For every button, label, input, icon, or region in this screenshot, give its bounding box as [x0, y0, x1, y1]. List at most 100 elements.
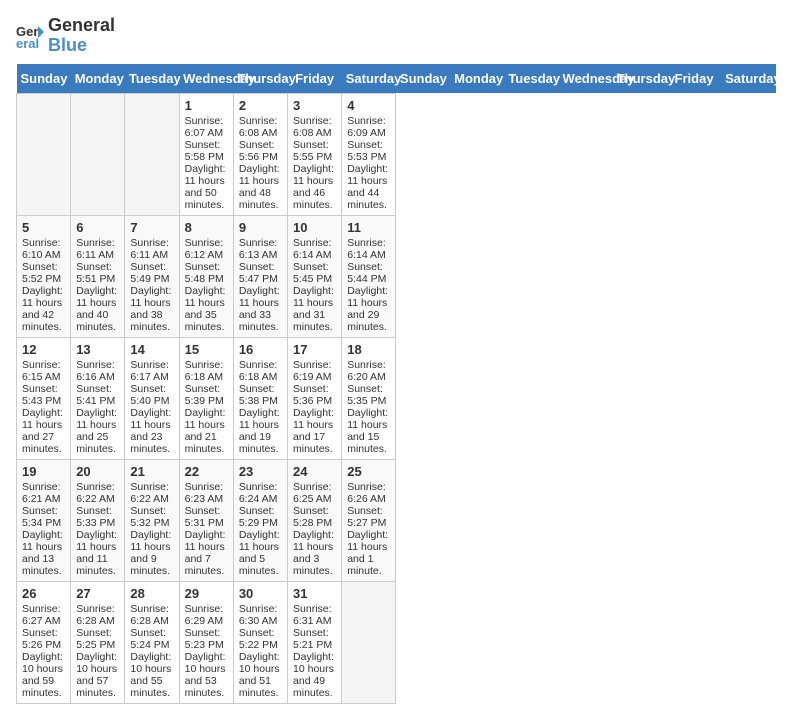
calendar-cell	[71, 93, 125, 215]
sunset-text: Sunset: 5:49 PM	[130, 261, 169, 285]
daylight-text: Daylight: 11 hours and 19 minutes.	[239, 407, 280, 455]
daylight-text: Daylight: 10 hours and 53 minutes.	[185, 651, 226, 699]
daylight-text: Daylight: 11 hours and 7 minutes.	[185, 529, 226, 577]
sunset-text: Sunset: 5:43 PM	[22, 383, 61, 407]
calendar-cell: 5Sunrise: 6:10 AMSunset: 5:52 PMDaylight…	[17, 215, 71, 337]
col-header-saturday: Saturday	[342, 64, 396, 94]
daylight-text: Daylight: 11 hours and 25 minutes.	[76, 407, 117, 455]
sunrise-text: Sunrise: 6:18 AM	[185, 359, 224, 383]
sunset-text: Sunset: 5:27 PM	[347, 505, 386, 529]
calendar-cell: 1Sunrise: 6:07 AMSunset: 5:58 PMDaylight…	[179, 93, 233, 215]
daylight-text: Daylight: 10 hours and 51 minutes.	[239, 651, 280, 699]
calendar-cell: 12Sunrise: 6:15 AMSunset: 5:43 PMDayligh…	[17, 337, 71, 459]
day-number: 1	[185, 98, 228, 113]
calendar-cell: 22Sunrise: 6:23 AMSunset: 5:31 PMDayligh…	[179, 459, 233, 581]
calendar-cell: 15Sunrise: 6:18 AMSunset: 5:39 PMDayligh…	[179, 337, 233, 459]
daylight-text: Daylight: 11 hours and 44 minutes.	[347, 163, 388, 211]
sunset-text: Sunset: 5:22 PM	[239, 627, 278, 651]
sunrise-text: Sunrise: 6:31 AM	[293, 603, 332, 627]
calendar-table: SundayMondayTuesdayWednesdayThursdayFrid…	[16, 64, 776, 704]
sunset-text: Sunset: 5:23 PM	[185, 627, 224, 651]
calendar-cell: 30Sunrise: 6:30 AMSunset: 5:22 PMDayligh…	[233, 581, 287, 703]
daylight-text: Daylight: 10 hours and 49 minutes.	[293, 651, 334, 699]
sunrise-text: Sunrise: 6:21 AM	[22, 481, 61, 505]
calendar-cell: 27Sunrise: 6:28 AMSunset: 5:25 PMDayligh…	[71, 581, 125, 703]
day-number: 9	[239, 220, 282, 235]
day-number: 24	[293, 464, 336, 479]
col-header-tuesday: Tuesday	[504, 64, 558, 94]
col-header-monday: Monday	[450, 64, 504, 94]
sunrise-text: Sunrise: 6:17 AM	[130, 359, 169, 383]
sunrise-text: Sunrise: 6:14 AM	[347, 237, 386, 261]
daylight-text: Daylight: 11 hours and 29 minutes.	[347, 285, 388, 333]
logo: Gen eral GeneralBlue	[16, 16, 115, 56]
sunrise-text: Sunrise: 6:12 AM	[185, 237, 224, 261]
logo-text: GeneralBlue	[48, 16, 115, 56]
col-header-wednesday: Wednesday	[559, 64, 613, 94]
day-number: 4	[347, 98, 390, 113]
day-number: 5	[22, 220, 65, 235]
daylight-text: Daylight: 11 hours and 46 minutes.	[293, 163, 334, 211]
calendar-cell	[17, 93, 71, 215]
sunset-text: Sunset: 5:29 PM	[239, 505, 278, 529]
day-number: 28	[130, 586, 173, 601]
sunrise-text: Sunrise: 6:26 AM	[347, 481, 386, 505]
sunset-text: Sunset: 5:56 PM	[239, 139, 278, 163]
sunset-text: Sunset: 5:51 PM	[76, 261, 115, 285]
day-number: 27	[76, 586, 119, 601]
day-number: 30	[239, 586, 282, 601]
sunset-text: Sunset: 5:34 PM	[22, 505, 61, 529]
col-header-sunday: Sunday	[17, 64, 71, 94]
daylight-text: Daylight: 11 hours and 50 minutes.	[185, 163, 226, 211]
sunset-text: Sunset: 5:39 PM	[185, 383, 224, 407]
sunset-text: Sunset: 5:47 PM	[239, 261, 278, 285]
sunrise-text: Sunrise: 6:22 AM	[76, 481, 115, 505]
sunset-text: Sunset: 5:26 PM	[22, 627, 61, 651]
daylight-text: Daylight: 11 hours and 33 minutes.	[239, 285, 280, 333]
daylight-text: Daylight: 11 hours and 15 minutes.	[347, 407, 388, 455]
sunrise-text: Sunrise: 6:18 AM	[239, 359, 278, 383]
sunrise-text: Sunrise: 6:13 AM	[239, 237, 278, 261]
day-number: 14	[130, 342, 173, 357]
day-number: 12	[22, 342, 65, 357]
day-number: 31	[293, 586, 336, 601]
calendar-week-row: 19 Sunrise: 6:21 AMSunset: 5:34 PM Dayligh…	[17, 459, 776, 581]
sunset-text: Sunset: 5:40 PM	[130, 383, 169, 407]
calendar-cell	[342, 581, 396, 703]
day-number: 20	[76, 464, 119, 479]
sunset-text: Sunset: 5:28 PM	[293, 505, 332, 529]
header-row: SundayMondayTuesdayWednesdayThursdayFrid…	[17, 64, 776, 94]
calendar-cell: 2Sunrise: 6:08 AMSunset: 5:56 PMDaylight…	[233, 93, 287, 215]
calendar-cell: 11Sunrise: 6:14 AMSunset: 5:44 PMDayligh…	[342, 215, 396, 337]
daylight-text: Daylight: 10 hours and 55 minutes.	[130, 651, 171, 699]
day-number: 13	[76, 342, 119, 357]
calendar-cell	[125, 93, 179, 215]
calendar-cell: 31Sunrise: 6:31 AMSunset: 5:21 PMDayligh…	[288, 581, 342, 703]
day-number: 19	[22, 464, 65, 479]
sunrise-text: Sunrise: 6:08 AM	[293, 115, 332, 139]
daylight-text: Daylight: 11 hours and 31 minutes.	[293, 285, 334, 333]
day-number: 18	[347, 342, 390, 357]
sunrise-text: Sunrise: 6:25 AM	[293, 481, 332, 505]
sunrise-text: Sunrise: 6:24 AM	[239, 481, 278, 505]
daylight-text: Daylight: 10 hours and 57 minutes.	[76, 651, 117, 699]
calendar-cell: 16Sunrise: 6:18 AMSunset: 5:38 PMDayligh…	[233, 337, 287, 459]
sunset-text: Sunset: 5:24 PM	[130, 627, 169, 651]
sunrise-text: Sunrise: 6:10 AM	[22, 237, 61, 261]
day-number: 10	[293, 220, 336, 235]
daylight-text: Daylight: 11 hours and 5 minutes.	[239, 529, 280, 577]
calendar-cell: 6Sunrise: 6:11 AMSunset: 5:51 PMDaylight…	[71, 215, 125, 337]
page-header: Gen eral GeneralBlue	[16, 16, 776, 56]
day-number: 23	[239, 464, 282, 479]
day-number: 22	[185, 464, 228, 479]
day-number: 2	[239, 98, 282, 113]
day-number: 8	[185, 220, 228, 235]
day-number: 17	[293, 342, 336, 357]
sunrise-text: Sunrise: 6:08 AM	[239, 115, 278, 139]
calendar-cell: 14Sunrise: 6:17 AMSunset: 5:40 PMDayligh…	[125, 337, 179, 459]
calendar-cell: 24Sunrise: 6:25 AMSunset: 5:28 PMDayligh…	[288, 459, 342, 581]
day-number: 3	[293, 98, 336, 113]
calendar-cell: 4Sunrise: 6:09 AMSunset: 5:53 PMDaylight…	[342, 93, 396, 215]
col-header-sunday: Sunday	[396, 64, 450, 94]
day-number: 26	[22, 586, 65, 601]
